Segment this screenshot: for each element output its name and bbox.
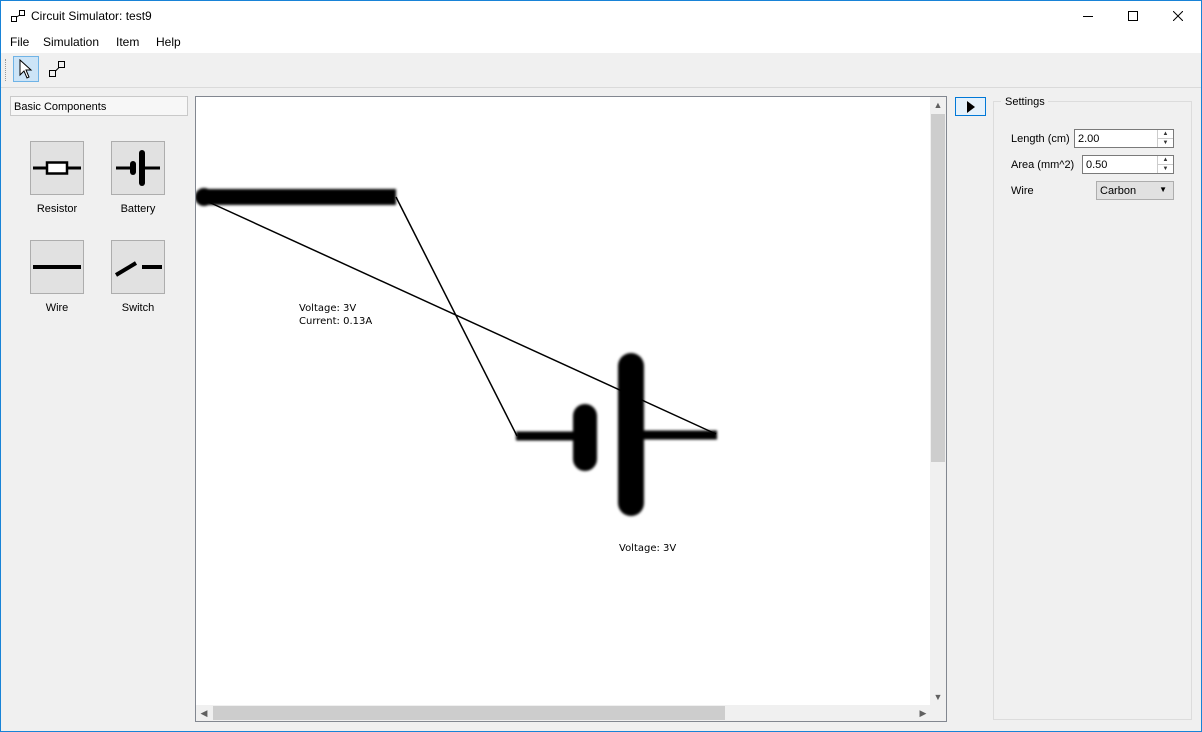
maximize-icon (1127, 11, 1138, 21)
battery-icon (116, 150, 160, 186)
area-up-icon[interactable]: ▲ (1158, 156, 1173, 165)
area-spinbox[interactable]: 0.50 ▲ ▼ (1082, 155, 1174, 174)
scroll-down-icon[interactable]: ▼ (930, 689, 946, 705)
resistor-label: Resistor (36, 203, 78, 215)
switch-icon (114, 261, 162, 277)
length-up-icon[interactable]: ▲ (1158, 130, 1173, 139)
close-icon (1172, 11, 1183, 21)
connect-icon (49, 61, 65, 77)
minimize-button[interactable] (1065, 1, 1110, 31)
component-wire: Wire (17, 240, 97, 320)
run-simulation-button[interactable] (955, 97, 986, 116)
menu-simulation[interactable]: Simulation (43, 35, 99, 49)
scroll-right-icon[interactable]: ▶ (915, 705, 931, 721)
wire-icon (33, 265, 81, 269)
connect-tool-button[interactable] (44, 56, 70, 82)
horizontal-scroll-thumb[interactable] (213, 706, 725, 720)
battery-button[interactable] (111, 141, 165, 195)
components-header: Basic Components (10, 96, 188, 116)
area-down-icon[interactable]: ▼ (1158, 165, 1173, 173)
circuit-drawing (196, 188, 717, 516)
play-icon (966, 100, 975, 113)
resistor-icon (33, 161, 81, 175)
minimize-icon (1082, 16, 1093, 17)
switch-button[interactable] (111, 240, 165, 294)
wire-component[interactable] (196, 188, 396, 206)
battery-voltage-text: Voltage: 3V (619, 543, 677, 554)
maximize-button[interactable] (1110, 1, 1155, 31)
wire-type-select[interactable]: Carbon ▼ (1096, 181, 1174, 200)
length-value: 2.00 (1078, 133, 1100, 145)
wire-label: Wire (45, 302, 69, 314)
menu-file[interactable]: File (10, 35, 29, 49)
wire-type-value: Carbon (1100, 185, 1137, 197)
scroll-up-icon[interactable]: ▲ (930, 97, 946, 113)
chevron-down-icon: ▼ (1159, 185, 1167, 194)
area-stepper[interactable]: ▲ ▼ (1157, 156, 1173, 173)
scroll-left-icon[interactable]: ◀ (196, 705, 212, 721)
wire-voltage-text: Voltage: 3V (299, 303, 357, 314)
toolbar-grip[interactable] (5, 59, 8, 81)
toolbar (1, 53, 1201, 88)
connection-line-a[interactable] (395, 196, 518, 437)
wire-current-text: Current: 0.13A (299, 316, 373, 327)
close-button[interactable] (1155, 1, 1200, 31)
components-panel: Basic Components Resistor Battery Wire S… (1, 88, 193, 731)
area-label: Area (mm^2) (1011, 159, 1075, 171)
length-down-icon[interactable]: ▼ (1158, 139, 1173, 147)
battery-component[interactable] (516, 353, 717, 516)
menu-help[interactable]: Help (156, 35, 181, 49)
scroll-corner (930, 705, 946, 721)
title-bar[interactable]: Circuit Simulator: test9 (1, 1, 1201, 31)
resistor-button[interactable] (30, 141, 84, 195)
length-label: Length (cm) (1011, 133, 1070, 145)
length-stepper[interactable]: ▲ ▼ (1157, 130, 1173, 147)
app-icon (11, 10, 25, 22)
wire-type-label: Wire (1011, 185, 1034, 197)
vertical-scrollbar[interactable]: ▲ ▼ (930, 97, 946, 706)
select-tool-button[interactable] (13, 56, 39, 82)
vertical-scroll-thumb[interactable] (931, 114, 945, 462)
settings-title: Settings (1001, 96, 1048, 108)
switch-label: Switch (121, 302, 155, 314)
length-spinbox[interactable]: 2.00 ▲ ▼ (1074, 129, 1174, 148)
wire-button[interactable] (30, 240, 84, 294)
pointer-icon (19, 59, 33, 79)
circuit-canvas[interactable]: Voltage: 3V Current: 0.13A Voltage: 3V (196, 97, 931, 706)
battery-label: Battery (120, 203, 156, 215)
area-value: 0.50 (1086, 159, 1108, 171)
horizontal-scrollbar[interactable]: ◀ ▶ (196, 705, 931, 721)
circuit-canvas-frame: Voltage: 3V Current: 0.13A Voltage: 3V ▲… (195, 96, 947, 722)
window-title: Circuit Simulator: test9 (31, 9, 152, 23)
wire-info-label: Voltage: 3V Current: 0.13A (299, 302, 372, 328)
component-battery: Battery (98, 141, 178, 221)
menu-item[interactable]: Item (116, 35, 139, 49)
menu-bar: File Simulation Item Help (1, 31, 1201, 53)
app-window: Circuit Simulator: test9 File Simulation… (0, 0, 1202, 732)
component-switch: Switch (98, 240, 178, 320)
component-resistor: Resistor (17, 141, 97, 221)
